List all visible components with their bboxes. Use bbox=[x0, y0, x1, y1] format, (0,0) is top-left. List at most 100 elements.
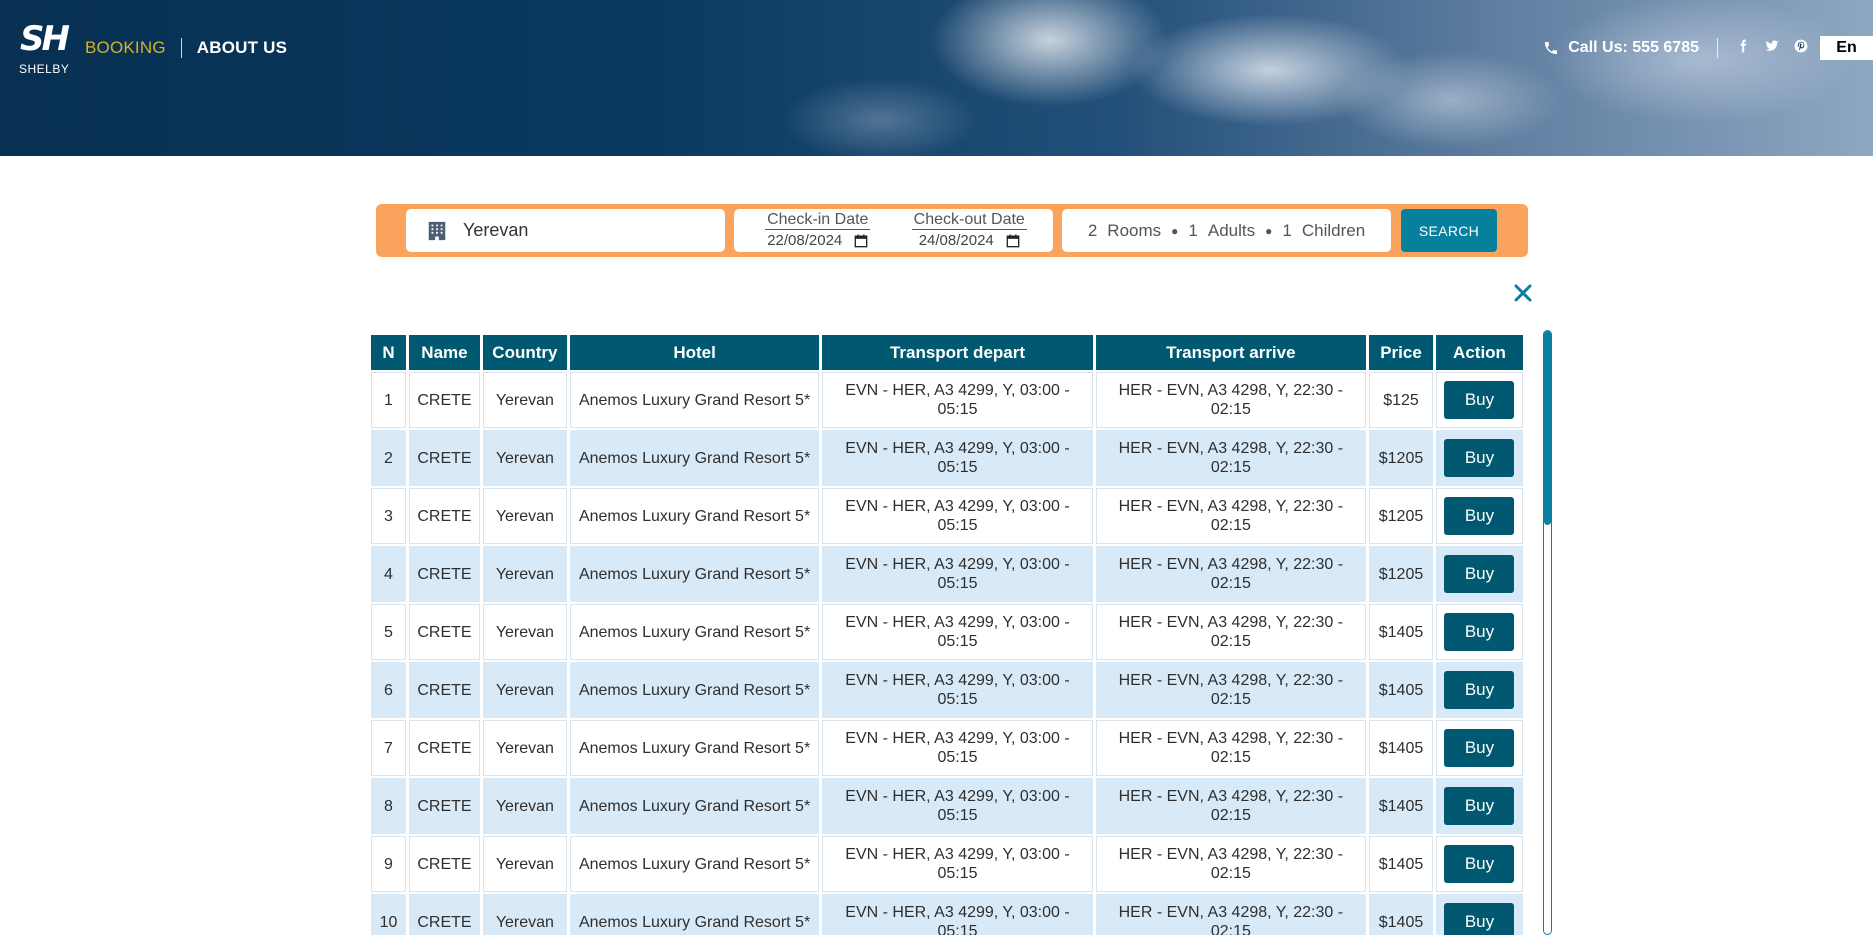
cell-arrive: HER - EVN, A3 4298, Y, 22:30 - 02:15 bbox=[1095, 720, 1367, 776]
cell-name: CRETE bbox=[408, 430, 480, 486]
cell-name: CRETE bbox=[408, 720, 480, 776]
nav-booking[interactable]: BOOKING bbox=[85, 38, 166, 58]
buy-button[interactable]: Buy bbox=[1444, 555, 1515, 593]
header-action: Action bbox=[1435, 335, 1523, 370]
cell-action: Buy bbox=[1435, 604, 1523, 660]
cell-depart: EVN - HER, A3 4299, Y, 03:00 - 05:15 bbox=[822, 372, 1093, 428]
buy-button[interactable]: Buy bbox=[1444, 787, 1515, 825]
children-count: 1 bbox=[1282, 220, 1292, 240]
buy-button[interactable]: Buy bbox=[1444, 903, 1515, 935]
destination-input[interactable] bbox=[463, 220, 703, 241]
language-selector[interactable]: En bbox=[1820, 36, 1873, 60]
table-row: 3 CRETE Yerevan Anemos Luxury Grand Reso… bbox=[371, 488, 1523, 544]
header-hotel: Hotel bbox=[569, 335, 820, 370]
building-icon bbox=[428, 221, 446, 240]
table-header-row: N Name Country Hotel Transport depart Tr… bbox=[371, 335, 1523, 370]
cell-name: CRETE bbox=[408, 894, 480, 935]
twitter-icon[interactable] bbox=[1765, 39, 1779, 58]
close-icon[interactable] bbox=[1512, 282, 1534, 304]
checkin-group: Check-in Date 22/08/2024 bbox=[748, 211, 888, 252]
cell-n: 6 bbox=[371, 662, 406, 718]
cell-country: Yerevan bbox=[482, 430, 567, 486]
pinterest-icon[interactable] bbox=[1794, 39, 1808, 58]
main-nav: BOOKING ABOUT US bbox=[85, 38, 287, 58]
guests-selector[interactable]: 2 Rooms ● 1 Adults ● 1 Children bbox=[1062, 209, 1391, 252]
buy-button[interactable]: Buy bbox=[1444, 381, 1515, 419]
buy-button[interactable]: Buy bbox=[1444, 729, 1515, 767]
cell-name: CRETE bbox=[408, 604, 480, 660]
cell-action: Buy bbox=[1435, 430, 1523, 486]
cell-n: 2 bbox=[371, 430, 406, 486]
phone-text: Call Us: 555 6785 bbox=[1568, 39, 1699, 56]
calendar-icon[interactable] bbox=[1006, 233, 1020, 248]
cell-action: Buy bbox=[1435, 546, 1523, 602]
cell-arrive: HER - EVN, A3 4298, Y, 22:30 - 02:15 bbox=[1095, 778, 1367, 834]
buy-button[interactable]: Buy bbox=[1444, 671, 1515, 709]
header-country: Country bbox=[482, 335, 567, 370]
calendar-icon[interactable] bbox=[854, 233, 868, 248]
facebook-icon[interactable] bbox=[1736, 39, 1750, 58]
buy-button[interactable]: Buy bbox=[1444, 439, 1515, 477]
buy-button[interactable]: Buy bbox=[1444, 497, 1515, 535]
cell-depart: EVN - HER, A3 4299, Y, 03:00 - 05:15 bbox=[822, 430, 1093, 486]
cell-price: $1405 bbox=[1369, 662, 1433, 718]
cell-depart: EVN - HER, A3 4299, Y, 03:00 - 05:15 bbox=[822, 488, 1093, 544]
cell-n: 4 bbox=[371, 546, 406, 602]
cell-price: $1405 bbox=[1369, 836, 1433, 892]
cell-depart: EVN - HER, A3 4299, Y, 03:00 - 05:15 bbox=[822, 546, 1093, 602]
cell-action: Buy bbox=[1435, 778, 1523, 834]
scrollbar-thumb[interactable] bbox=[1544, 331, 1551, 525]
dates-field: Check-in Date 22/08/2024 Check-out Date … bbox=[734, 209, 1053, 252]
cell-action: Buy bbox=[1435, 836, 1523, 892]
cell-n: 10 bbox=[371, 894, 406, 935]
cell-action: Buy bbox=[1435, 720, 1523, 776]
logo-name: SHELBY bbox=[19, 62, 70, 76]
buy-button[interactable]: Buy bbox=[1444, 845, 1515, 883]
destination-field[interactable] bbox=[406, 209, 725, 252]
cell-price: $125 bbox=[1369, 372, 1433, 428]
cell-country: Yerevan bbox=[482, 662, 567, 718]
search-button[interactable]: SEARCH bbox=[1401, 209, 1497, 252]
checkout-date-input[interactable]: 24/08/2024 bbox=[919, 232, 1020, 249]
cell-hotel: Anemos Luxury Grand Resort 5* bbox=[569, 546, 820, 602]
cell-hotel: Anemos Luxury Grand Resort 5* bbox=[569, 720, 820, 776]
phone-icon bbox=[1545, 42, 1558, 54]
table-row: 7 CRETE Yerevan Anemos Luxury Grand Reso… bbox=[371, 720, 1523, 776]
cell-n: 7 bbox=[371, 720, 406, 776]
cell-name: CRETE bbox=[408, 778, 480, 834]
adults-count: 1 bbox=[1188, 220, 1198, 240]
header-name: Name bbox=[408, 335, 480, 370]
cell-arrive: HER - EVN, A3 4298, Y, 22:30 - 02:15 bbox=[1095, 372, 1367, 428]
header-right: Call Us: 555 6785 En bbox=[1543, 36, 1873, 60]
cell-depart: EVN - HER, A3 4299, Y, 03:00 - 05:15 bbox=[822, 836, 1093, 892]
children-label: Children bbox=[1301, 220, 1366, 240]
phone-link[interactable]: Call Us: 555 6785 bbox=[1543, 39, 1699, 57]
results-table-container: N Name Country Hotel Transport depart Tr… bbox=[368, 333, 1526, 935]
cell-action: Buy bbox=[1435, 488, 1523, 544]
buy-button[interactable]: Buy bbox=[1444, 613, 1515, 651]
separator-dot: ● bbox=[1171, 223, 1179, 238]
cell-price: $1405 bbox=[1369, 720, 1433, 776]
cell-name: CRETE bbox=[408, 488, 480, 544]
cell-n: 9 bbox=[371, 836, 406, 892]
header-price: Price bbox=[1369, 335, 1433, 370]
cell-hotel: Anemos Luxury Grand Resort 5* bbox=[569, 662, 820, 718]
table-row: 4 CRETE Yerevan Anemos Luxury Grand Reso… bbox=[371, 546, 1523, 602]
nav-about-us[interactable]: ABOUT US bbox=[197, 38, 287, 58]
cell-n: 5 bbox=[371, 604, 406, 660]
header-banner: SH SHELBY BOOKING ABOUT US Call Us: 555 … bbox=[0, 0, 1873, 156]
cell-arrive: HER - EVN, A3 4298, Y, 22:30 - 02:15 bbox=[1095, 836, 1367, 892]
checkin-date-input[interactable]: 22/08/2024 bbox=[767, 232, 868, 249]
checkin-value: 22/08/2024 bbox=[767, 232, 843, 249]
cell-country: Yerevan bbox=[482, 488, 567, 544]
cell-hotel: Anemos Luxury Grand Resort 5* bbox=[569, 372, 820, 428]
cell-price: $1405 bbox=[1369, 894, 1433, 935]
logo[interactable]: SH SHELBY bbox=[19, 19, 80, 76]
cell-name: CRETE bbox=[408, 662, 480, 718]
cell-name: CRETE bbox=[408, 546, 480, 602]
logo-mark: SH bbox=[20, 19, 70, 59]
cell-depart: EVN - HER, A3 4299, Y, 03:00 - 05:15 bbox=[822, 720, 1093, 776]
cell-arrive: HER - EVN, A3 4298, Y, 22:30 - 02:15 bbox=[1095, 546, 1367, 602]
cell-price: $1205 bbox=[1369, 546, 1433, 602]
cell-hotel: Anemos Luxury Grand Resort 5* bbox=[569, 894, 820, 935]
